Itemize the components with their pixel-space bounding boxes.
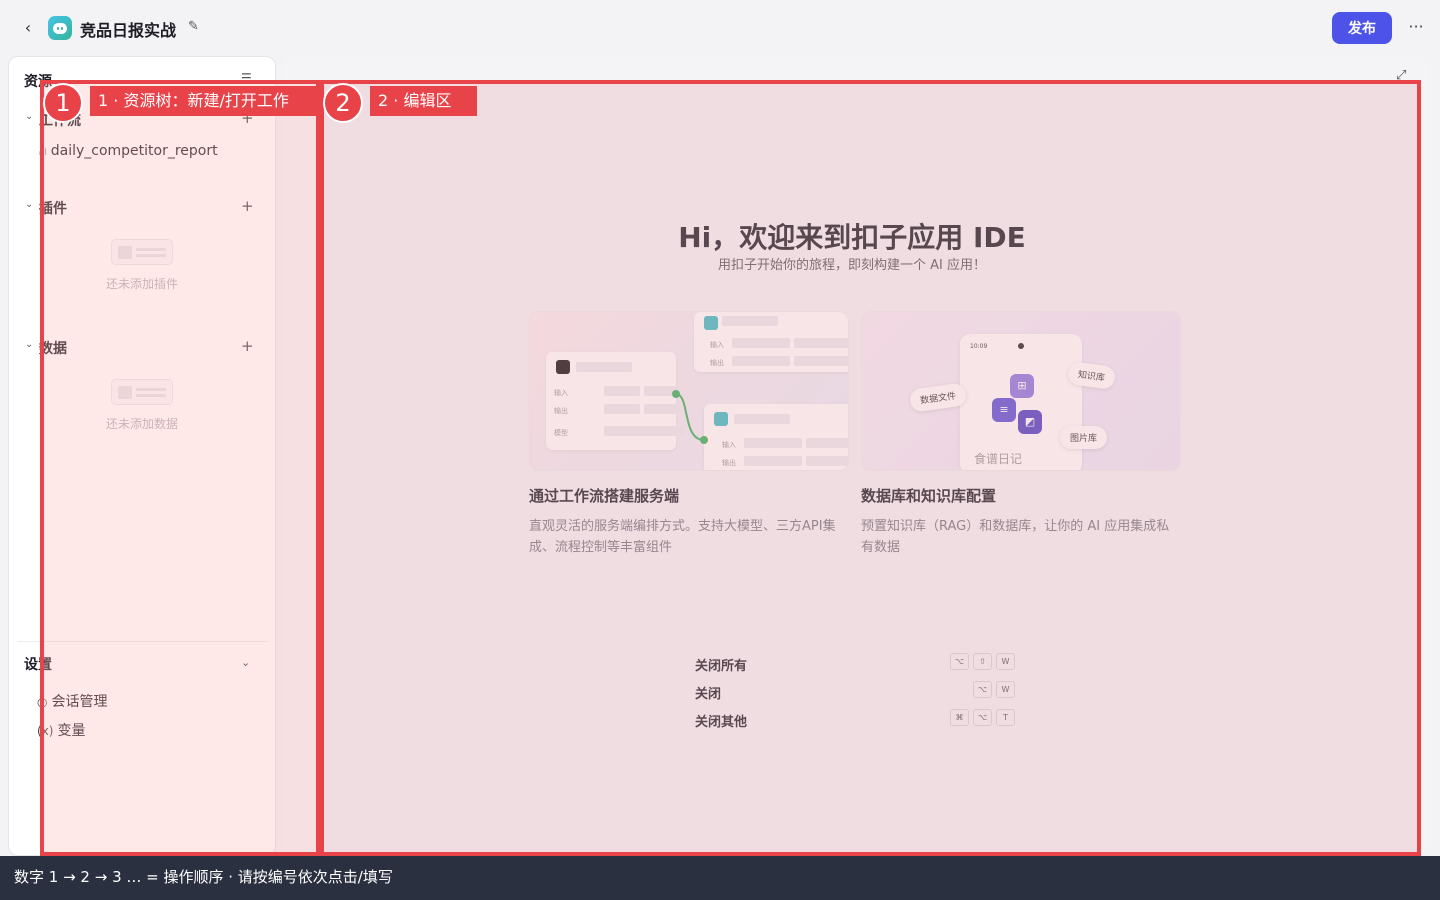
annotation-region-1	[40, 80, 320, 856]
annotation-tag-1: 1 · 资源树：新建/打开工作	[90, 86, 320, 116]
annotation-tag-2: 2 · 编辑区	[370, 86, 477, 116]
app-logo	[48, 16, 72, 40]
chevron-down-icon[interactable]: ⌄	[25, 111, 33, 122]
back-arrow-icon[interactable]: ‹	[18, 18, 38, 38]
publish-button[interactable]: 发布	[1332, 12, 1392, 44]
annotation-badge-1: 1	[43, 83, 83, 123]
hint-bar: 数字 1 → 2 → 3 … = 操作顺序 · 请按编号依次点击/填写	[0, 856, 1440, 900]
top-bar: ‹ 竞品日报实战 ✎ 发布 ···	[0, 0, 1440, 56]
app-title: 竞品日报实战	[80, 21, 177, 40]
chevron-down-icon[interactable]: ⌄	[25, 339, 33, 350]
chevron-down-icon[interactable]: ⌄	[25, 199, 33, 210]
annotation-badge-2: 2	[323, 83, 363, 123]
more-icon[interactable]: ···	[1404, 16, 1428, 40]
edit-icon[interactable]: ✎	[188, 19, 204, 35]
annotation-region-2	[320, 80, 1421, 856]
